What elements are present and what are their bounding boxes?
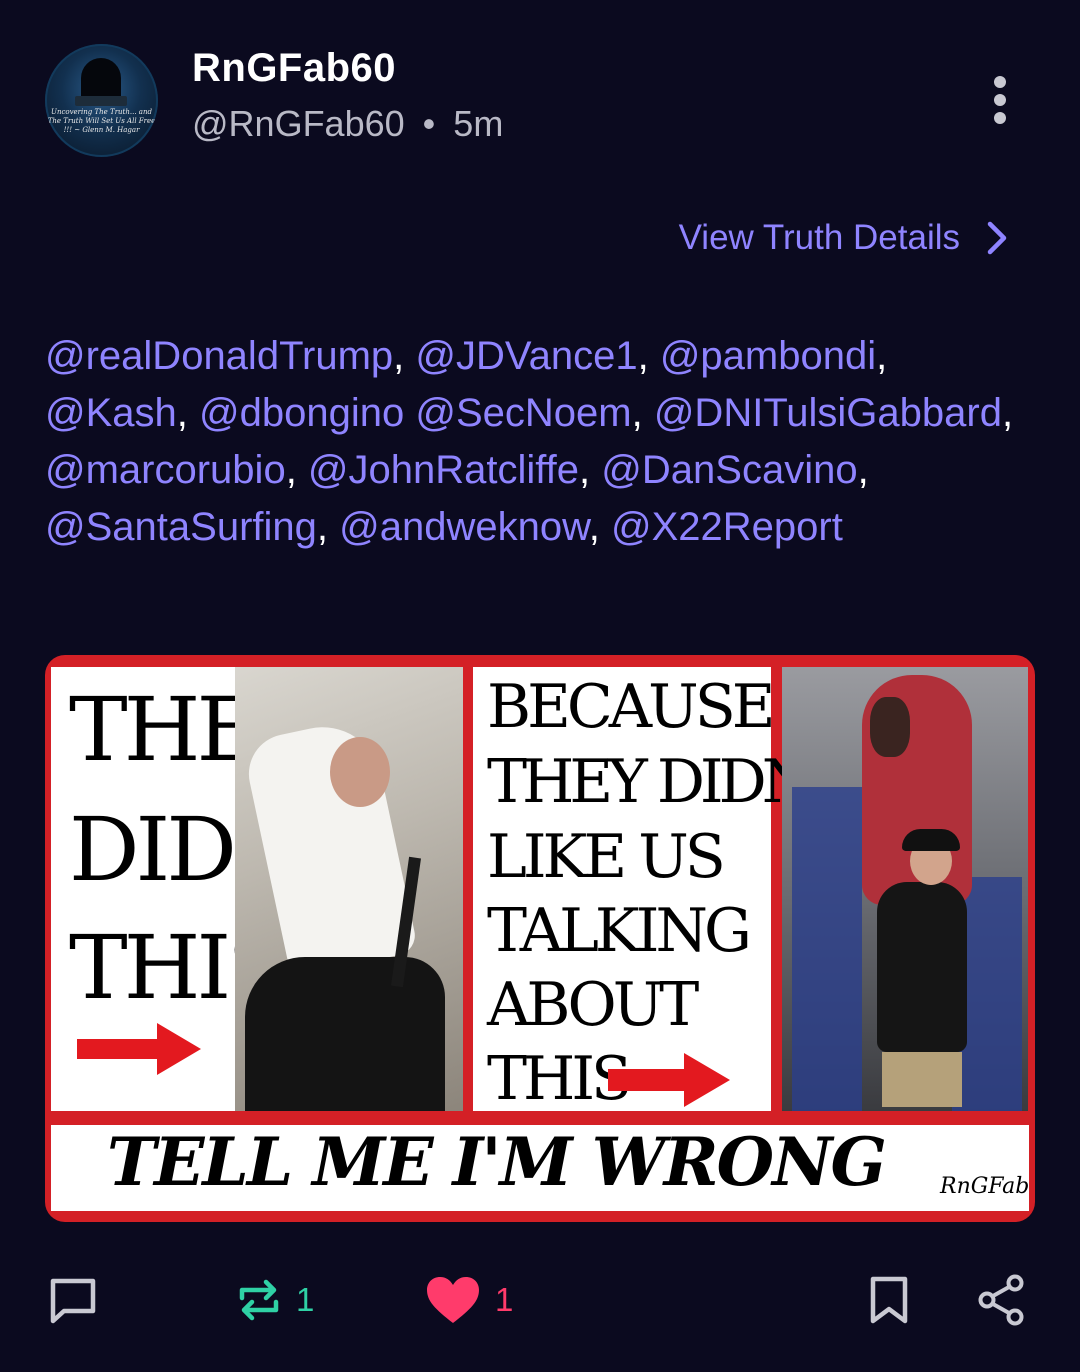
mention-link[interactable]: @andweknow [339,505,589,549]
mention-link[interactable]: @SantaSurfing [45,505,317,549]
mention-link[interactable]: @DanScavino [601,448,857,492]
share-icon [978,1274,1024,1326]
chevron-right-icon [987,221,1007,255]
mention-separator: , [588,505,611,549]
mention-separator: , [176,391,200,435]
bookmark-button[interactable] [868,1270,910,1330]
share-button[interactable] [976,1270,1026,1330]
retruth-count: 1 [296,1281,315,1318]
retruth-button[interactable]: 1 [236,1270,314,1330]
avatar-caption: Uncovering The Truth... and The Truth Wi… [47,108,156,134]
handle-row: @RnGFab60 • 5m [192,103,503,145]
mention-link[interactable]: @realDonaldTrump [45,334,393,378]
more-vertical-icon[interactable] [985,74,1015,126]
post-text: @realDonaldTrump, @JDVance1, @pambondi, … [45,328,1035,556]
mention-link[interactable]: @pambondi [660,334,876,378]
mention-separator: , [631,391,654,435]
mention-link[interactable]: @marcorubio [45,448,286,492]
user-handle[interactable]: @RnGFab60 [192,103,405,144]
avatar-laptop [75,96,127,106]
mention-separator: , [316,505,340,549]
retruth-icon [239,1279,279,1321]
separator-dot: • [422,103,436,144]
mention-separator: , [637,334,660,378]
mention-link[interactable]: @X22Report [611,505,843,549]
view-truth-details-label: View Truth Details [678,218,960,257]
meme-middle-line: BECAUSE [487,672,776,742]
mention-separator: , [1001,391,1014,435]
mention-link[interactable]: @JohnRatcliffe [308,448,579,492]
mention-separator: , [393,334,416,378]
mention-link[interactable]: @JDVance1 [415,334,637,378]
action-bar: 1 1 [0,1270,1080,1330]
meme-middle-line: TALKING [487,896,752,966]
mention-separator: , [579,448,602,492]
mention-link[interactable]: @SecNoem [415,391,631,435]
meme-signature: RnGFab [940,1174,1030,1199]
red-arrow-icon [77,1023,201,1075]
red-arrow-icon [608,1053,730,1107]
meme-middle-line: THIS [487,1044,632,1114]
avatar[interactable]: Uncovering The Truth... and The Truth Wi… [45,44,158,157]
display-name[interactable]: RnGFab60 [192,46,396,91]
mention-separator: , [285,448,308,492]
mention-separator [404,391,415,435]
bookmark-icon [870,1276,908,1324]
like-count: 1 [495,1281,514,1318]
meme-bottom-text: TELL ME I'M WRONG [107,1123,887,1201]
mention-link[interactable]: @Kash [45,391,177,435]
heart-icon [427,1277,479,1323]
meme-left-line: DID [69,798,237,901]
meme-photo-left [235,667,463,1111]
mention-separator: , [876,334,888,378]
post-image[interactable]: THEY DID THIS BECAUSE THEY DIDN'T LIKE U… [45,655,1035,1222]
mention-link[interactable]: @dbongino [199,391,404,435]
reply-button[interactable] [48,1270,98,1330]
mention-link[interactable]: @DNITulsiGabbard [654,391,1002,435]
meme-middle-line: LIKE US [487,822,726,892]
post-header: Uncovering The Truth... and The Truth Wi… [0,0,1080,170]
meme-photo-right [782,667,1028,1111]
reply-icon [50,1278,96,1324]
meme-middle-line: ABOUT [487,970,699,1040]
view-truth-details-link[interactable]: View Truth Details [679,218,1014,258]
post-time: 5m [453,103,504,144]
like-button[interactable]: 1 [425,1270,513,1330]
mention-separator: , [857,448,869,492]
